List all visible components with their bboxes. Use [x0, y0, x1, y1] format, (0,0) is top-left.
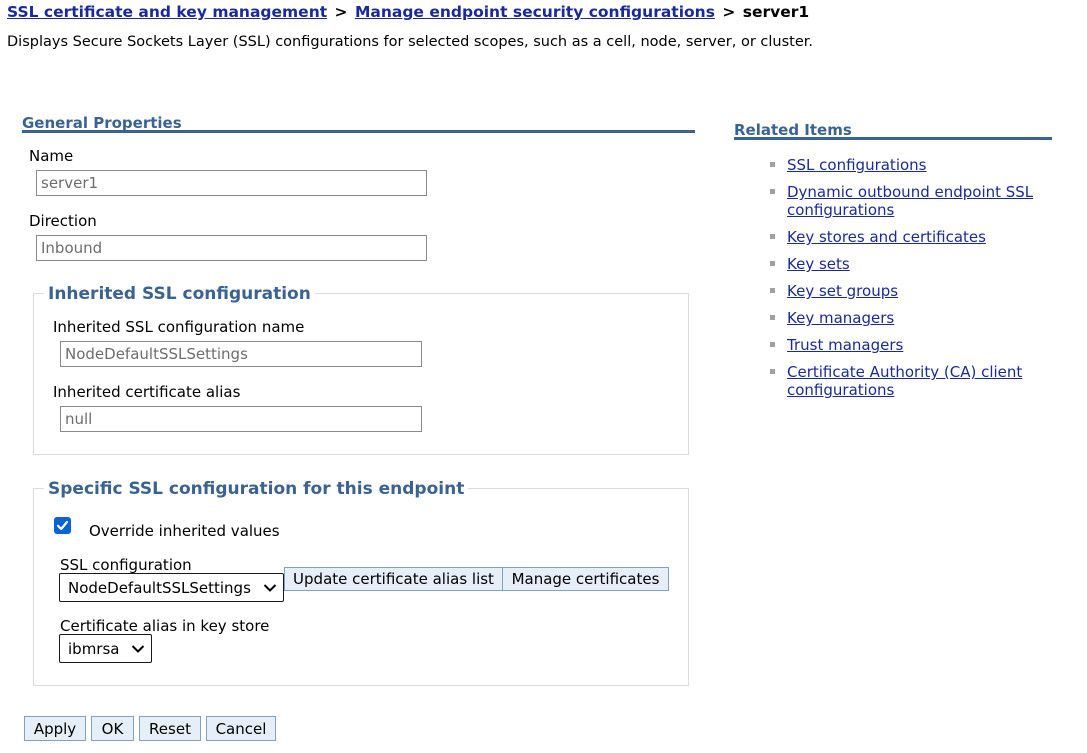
cancel-button[interactable]: Cancel [206, 716, 276, 741]
chevron-down-icon [131, 644, 145, 653]
update-certificate-alias-list-button[interactable]: Update certificate alias list [284, 567, 503, 591]
inherited-ssl-config-legend: Inherited SSL configuration [44, 284, 315, 304]
reset-button[interactable]: Reset [139, 716, 201, 741]
square-bullet-icon [770, 261, 775, 266]
square-bullet-icon [770, 342, 775, 347]
override-label: Override inherited values [89, 522, 280, 540]
general-properties-divider [22, 130, 695, 133]
square-bullet-icon [770, 369, 775, 374]
page-description: Displays Secure Sockets Layer (SSL) conf… [7, 34, 814, 50]
breadcrumb-link-ssl-cert-key-mgmt[interactable]: SSL certificate and key management [7, 3, 327, 21]
inherited-config-name-label: Inherited SSL configuration name [53, 318, 305, 336]
ssl-config-select[interactable]: NodeDefaultSSLSettings [59, 573, 284, 602]
list-item: Key sets [770, 255, 1050, 273]
list-item: SSL configurations [770, 156, 1050, 174]
direction-label: Direction [29, 212, 97, 230]
cert-alias-label: Certificate alias in key store [60, 617, 270, 635]
square-bullet-icon [770, 315, 775, 320]
square-bullet-icon [770, 162, 775, 167]
apply-button[interactable]: Apply [24, 716, 86, 741]
list-item: Key managers [770, 309, 1050, 327]
related-link-trust-managers[interactable]: Trust managers [787, 336, 903, 354]
list-item: Key stores and certificates [770, 228, 1050, 246]
manage-certificates-button[interactable]: Manage certificates [502, 567, 669, 591]
cert-alias-select[interactable]: ibmrsa [59, 634, 152, 663]
breadcrumb-separator: > [722, 3, 736, 21]
ssl-config-selected-value: NodeDefaultSSLSettings [68, 578, 251, 597]
chevron-down-icon [263, 583, 277, 592]
list-item: Dynamic outbound endpoint SSL configurat… [770, 183, 1050, 219]
list-item: Trust managers [770, 336, 1050, 354]
related-items-list: SSL configurations Dynamic outbound endp… [770, 156, 1050, 408]
breadcrumb-current: server1 [742, 3, 810, 21]
square-bullet-icon [770, 189, 775, 194]
square-bullet-icon [770, 234, 775, 239]
list-item: Key set groups [770, 282, 1050, 300]
inherited-alias-field[interactable]: null [60, 406, 422, 432]
ok-button[interactable]: OK [91, 716, 134, 741]
related-link-key-managers[interactable]: Key managers [787, 309, 894, 327]
related-items-divider [734, 137, 1052, 140]
related-link-ssl-configurations[interactable]: SSL configurations [787, 156, 926, 174]
related-link-key-sets[interactable]: Key sets [787, 255, 850, 273]
list-item: Certificate Authority (CA) client config… [770, 363, 1050, 399]
related-link-dynamic-outbound[interactable]: Dynamic outbound endpoint SSL configurat… [787, 183, 1033, 219]
inherited-alias-label: Inherited certificate alias [53, 383, 241, 401]
override-checkbox[interactable] [54, 517, 71, 534]
ssl-config-label: SSL configuration [60, 556, 192, 574]
breadcrumb: SSL certificate and key management > Man… [7, 3, 809, 21]
specific-ssl-config-legend: Specific SSL configuration for this endp… [44, 479, 469, 499]
cert-alias-selected-value: ibmrsa [68, 639, 120, 658]
related-link-key-set-groups[interactable]: Key set groups [787, 282, 898, 300]
related-link-key-stores[interactable]: Key stores and certificates [787, 228, 986, 246]
inherited-config-name-field[interactable]: NodeDefaultSSLSettings [60, 341, 422, 367]
square-bullet-icon [770, 288, 775, 293]
breadcrumb-link-manage-endpoint-security[interactable]: Manage endpoint security configurations [355, 3, 715, 21]
related-link-ca-client-configurations[interactable]: Certificate Authority (CA) client config… [787, 363, 1022, 399]
direction-field[interactable]: Inbound [36, 235, 427, 261]
name-label: Name [29, 147, 74, 165]
name-field[interactable]: server1 [36, 170, 427, 196]
breadcrumb-separator: > [334, 3, 348, 21]
checkmark-icon [56, 520, 69, 531]
